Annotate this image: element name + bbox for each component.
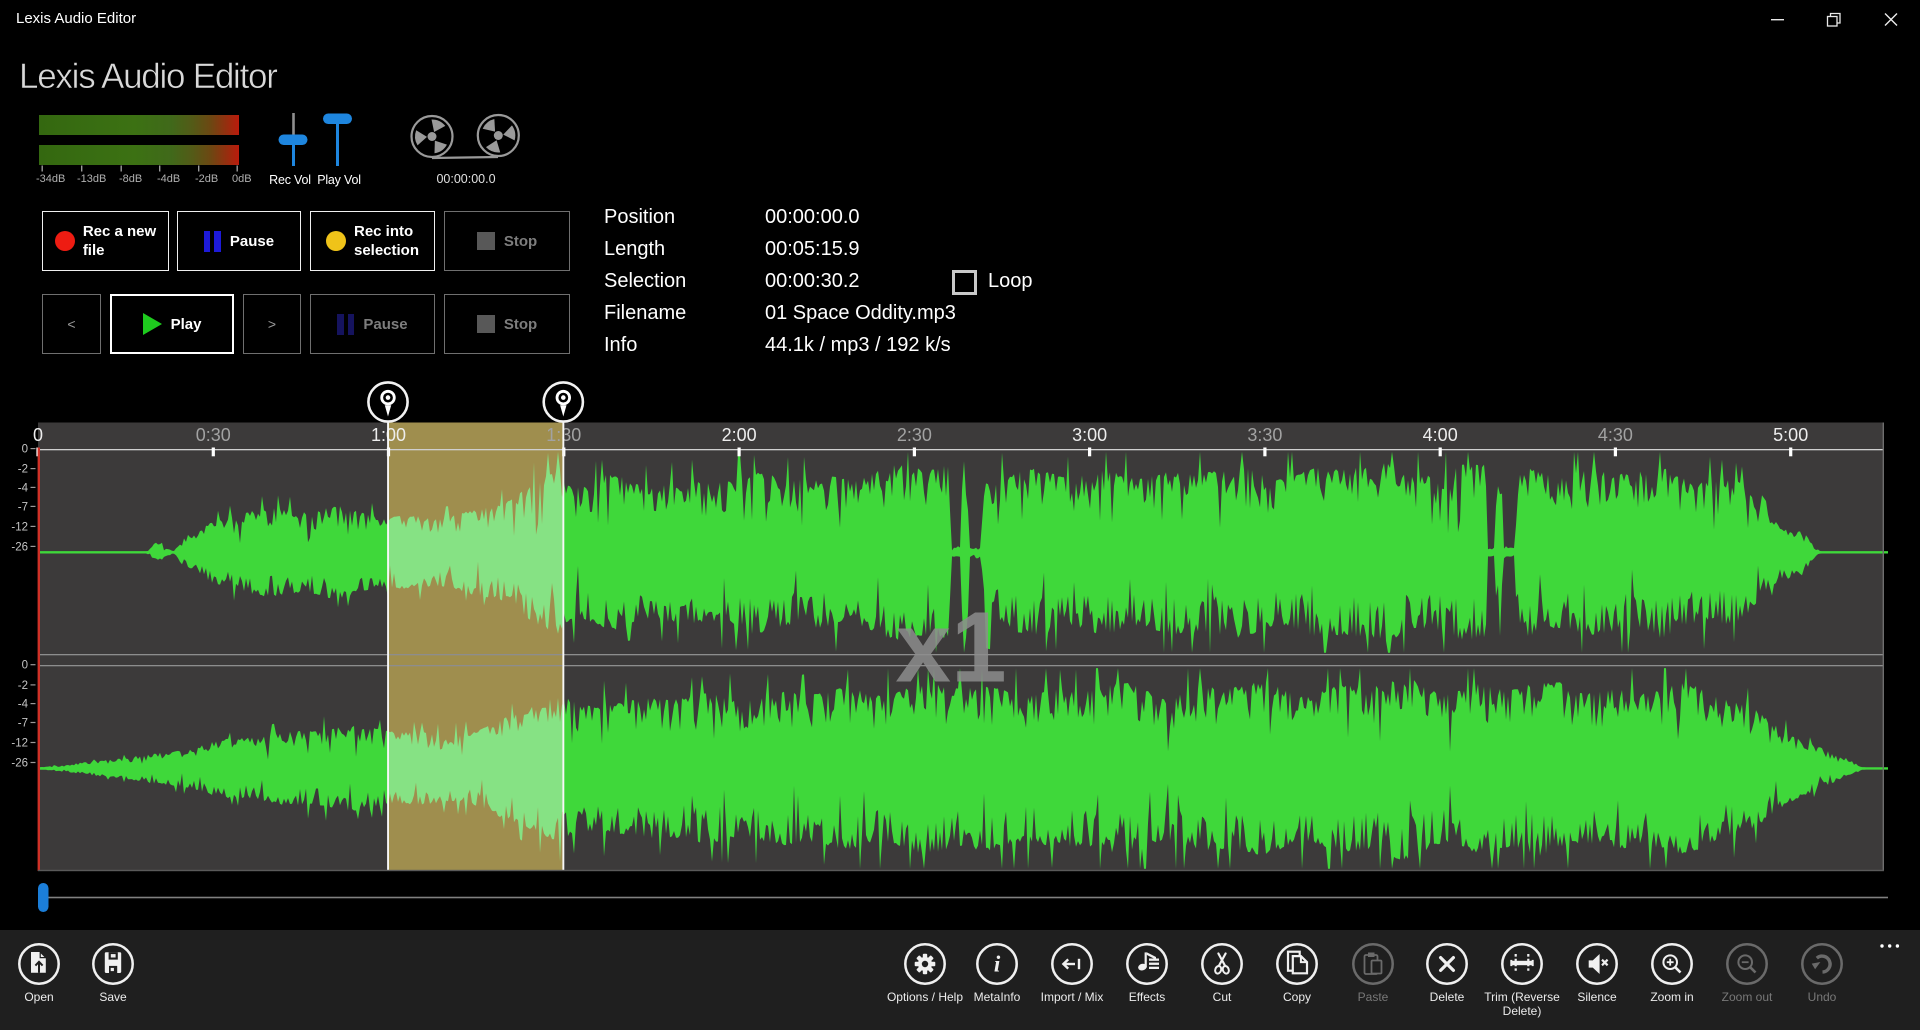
svg-text:-12: -12 [11, 521, 28, 533]
svg-text:-7: -7 [18, 717, 28, 729]
svg-text:2:00: 2:00 [722, 425, 757, 445]
svg-text:0:30: 0:30 [196, 425, 231, 445]
svg-text:3:00: 3:00 [1072, 425, 1107, 445]
svg-text:-4: -4 [18, 699, 29, 711]
svg-text:-26: -26 [11, 541, 28, 553]
svg-text:0: 0 [22, 660, 28, 672]
svg-text:2:30: 2:30 [897, 425, 932, 445]
svg-text:-2: -2 [18, 464, 28, 476]
svg-text:-4: -4 [18, 482, 29, 494]
svg-text:4:30: 4:30 [1598, 425, 1633, 445]
svg-text:x1: x1 [895, 592, 1006, 704]
svg-text:-2: -2 [18, 680, 28, 692]
svg-text:4:00: 4:00 [1423, 425, 1458, 445]
svg-text:i: i [994, 951, 1001, 976]
svg-text:-7: -7 [18, 501, 28, 513]
svg-text:0: 0 [33, 425, 43, 445]
svg-text:-12: -12 [11, 737, 28, 749]
svg-text:-26: -26 [11, 758, 28, 770]
svg-text:5:00: 5:00 [1773, 425, 1808, 445]
svg-text:3:30: 3:30 [1247, 425, 1282, 445]
svg-text:0: 0 [22, 444, 28, 456]
